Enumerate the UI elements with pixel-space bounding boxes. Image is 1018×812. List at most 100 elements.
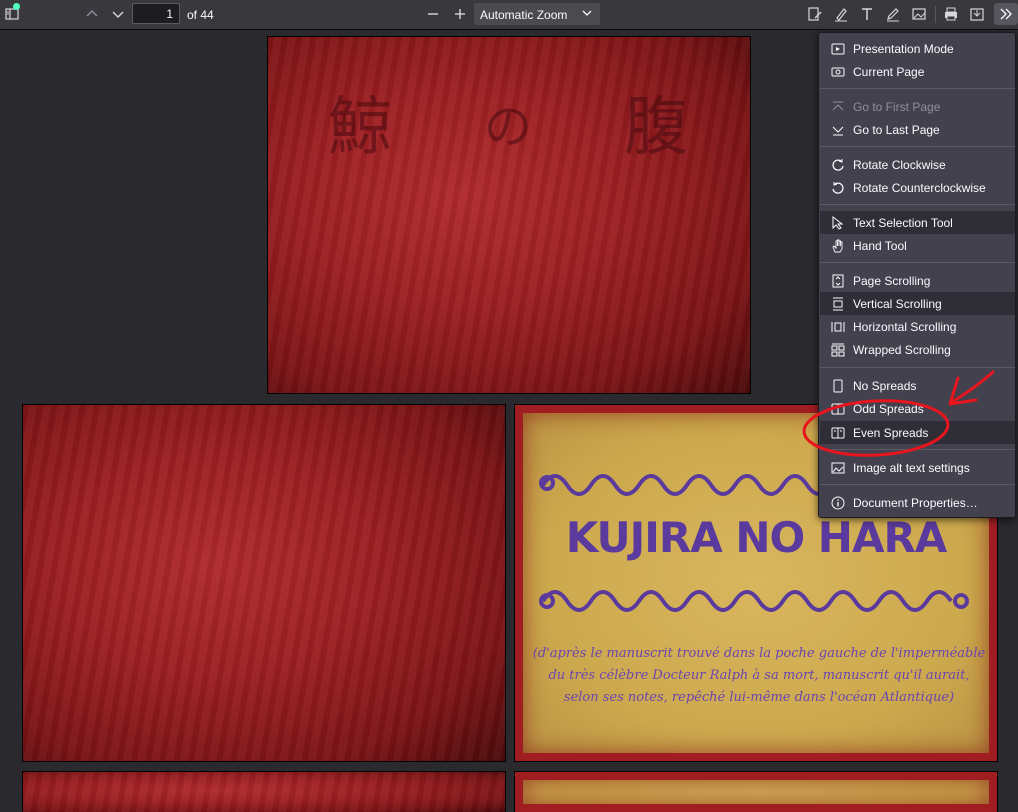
no-spreads-icon <box>833 379 843 392</box>
cover-kanji: の <box>483 99 532 155</box>
menu-item-rotate-clockwise[interactable]: Rotate Clockwise <box>820 153 1015 176</box>
download-icon <box>970 8 984 21</box>
menu-item-image-alt-text-settings[interactable]: Image alt text settings <box>820 456 1015 479</box>
pdf-page-4 <box>23 772 505 812</box>
menu-item-first-page[interactable]: Go to First Page <box>820 95 1015 118</box>
menu-item-label: Go to First Page <box>853 99 941 114</box>
first-page-icon <box>832 101 844 110</box>
menu-item-label: Hand Tool <box>853 238 907 253</box>
menu-item-label: Document Properties… <box>853 495 978 510</box>
even-spreads-icon <box>831 427 845 438</box>
chevron-down-icon <box>112 11 124 18</box>
last-page-icon <box>832 126 844 135</box>
cover-title: 鯨 の 腹 <box>328 77 688 167</box>
menu-separator <box>820 367 1015 368</box>
menu-item-label: No Spreads <box>853 378 917 393</box>
highlight-button[interactable] <box>829 3 853 25</box>
document-caption: (d'après le manuscrit trouvé dans la poc… <box>532 646 986 705</box>
page-count-label: of 44 <box>187 8 214 22</box>
plus-icon <box>455 9 465 19</box>
tools-menu: Presentation Mode Current Page Go to Fir… <box>818 32 1016 518</box>
menu-item-label: Current Page <box>853 64 925 79</box>
menu-item-rotate-counterclockwise[interactable]: Rotate Counterclockwise <box>820 176 1015 199</box>
menu-item-label: Rotate Clockwise <box>853 157 946 172</box>
menu-item-last-page[interactable]: Go to Last Page <box>820 118 1015 141</box>
text-icon <box>862 8 872 20</box>
menu-separator <box>820 88 1015 89</box>
pen-icon <box>887 8 899 22</box>
menu-separator <box>820 484 1015 485</box>
odd-spreads-icon <box>831 403 845 414</box>
menu-item-label: Text Selection Tool <box>853 215 953 230</box>
menu-item-page-scrolling[interactable]: Page Scrolling <box>820 269 1015 292</box>
add-image-button[interactable] <box>907 3 931 25</box>
zoom-in-button[interactable] <box>448 3 472 25</box>
double-chevron-right-icon <box>1000 8 1012 20</box>
notification-dot-icon <box>13 3 20 10</box>
presentation-icon <box>831 43 845 54</box>
next-page-button[interactable] <box>106 3 130 25</box>
page-scroll-icon <box>832 274 844 287</box>
rotate-cw-icon <box>832 158 844 171</box>
sign-button[interactable] <box>803 3 827 25</box>
wrapped-scroll-icon <box>831 343 845 356</box>
menu-item-hand-tool[interactable]: Hand Tool <box>820 234 1015 257</box>
text-button[interactable] <box>855 3 879 25</box>
toolbar-separator <box>935 6 936 23</box>
zoom-out-button[interactable] <box>421 3 445 25</box>
signature-icon <box>808 7 822 21</box>
save-button[interactable] <box>965 3 989 25</box>
menu-item-label: Vertical Scrolling <box>853 296 942 311</box>
print-button[interactable] <box>939 3 963 25</box>
draw-button[interactable] <box>881 3 905 25</box>
menu-item-even-spreads[interactable]: Even Spreads <box>820 421 1015 444</box>
menu-item-label: Page Scrolling <box>853 273 931 288</box>
printer-icon <box>945 7 957 21</box>
page-border <box>515 772 997 812</box>
info-icon <box>831 496 845 509</box>
menu-item-vertical-scrolling[interactable]: Vertical Scrolling <box>820 292 1015 315</box>
menu-item-no-spreads[interactable]: No Spreads <box>820 374 1015 397</box>
chevron-down-icon <box>582 10 592 16</box>
document-title: KUJIRA NO HARA <box>565 513 948 562</box>
menu-separator <box>820 204 1015 205</box>
menu-item-wrapped-scrolling[interactable]: Wrapped Scrolling <box>820 338 1015 361</box>
current-page-icon <box>831 67 845 76</box>
menu-item-label: Even Spreads <box>853 425 929 440</box>
image-icon <box>831 462 845 473</box>
highlighter-icon <box>835 8 847 22</box>
sidebar-toggle-button[interactable] <box>0 3 24 25</box>
menu-item-label: Go to Last Page <box>853 122 940 137</box>
cover-kanji: 鯨 <box>328 91 392 165</box>
cursor-icon <box>832 215 844 230</box>
zoom-select-value: Automatic Zoom <box>480 8 568 22</box>
toolbar: 1 of 44 Automatic Zoom <box>0 0 1018 30</box>
menu-item-presentation-mode[interactable]: Presentation Mode <box>820 37 1015 60</box>
horizontal-scroll-icon <box>831 321 845 332</box>
page-number-input[interactable]: 1 <box>132 3 180 24</box>
rotate-ccw-icon <box>832 181 844 194</box>
hand-icon <box>832 239 843 252</box>
previous-page-button[interactable] <box>80 3 104 25</box>
pdf-page-2 <box>23 405 505 761</box>
menu-separator <box>820 449 1015 450</box>
menu-item-current-page[interactable]: Current Page <box>820 60 1015 83</box>
zoom-select[interactable]: Automatic Zoom <box>474 3 600 25</box>
menu-item-document-properties[interactable]: Document Properties… <box>820 491 1015 514</box>
menu-separator <box>820 262 1015 263</box>
vertical-scroll-icon <box>833 297 843 310</box>
chevron-up-icon <box>86 10 98 17</box>
menu-item-label: Odd Spreads <box>853 401 924 416</box>
menu-item-label: Presentation Mode <box>853 41 954 56</box>
menu-item-label: Rotate Counterclockwise <box>853 180 986 195</box>
menu-item-label: Image alt text settings <box>853 460 970 475</box>
menu-item-text-selection-tool[interactable]: Text Selection Tool <box>820 211 1015 234</box>
tools-menu-button[interactable] <box>994 3 1018 25</box>
menu-item-odd-spreads[interactable]: Odd Spreads <box>820 397 1015 420</box>
menu-item-label: Horizontal Scrolling <box>853 319 957 334</box>
pdf-page-5 <box>515 772 997 812</box>
pdf-page-1: 鯨 の 腹 <box>268 37 750 393</box>
menu-item-horizontal-scrolling[interactable]: Horizontal Scrolling <box>820 315 1015 338</box>
decorative-swirl <box>539 590 969 612</box>
image-icon <box>912 8 926 20</box>
